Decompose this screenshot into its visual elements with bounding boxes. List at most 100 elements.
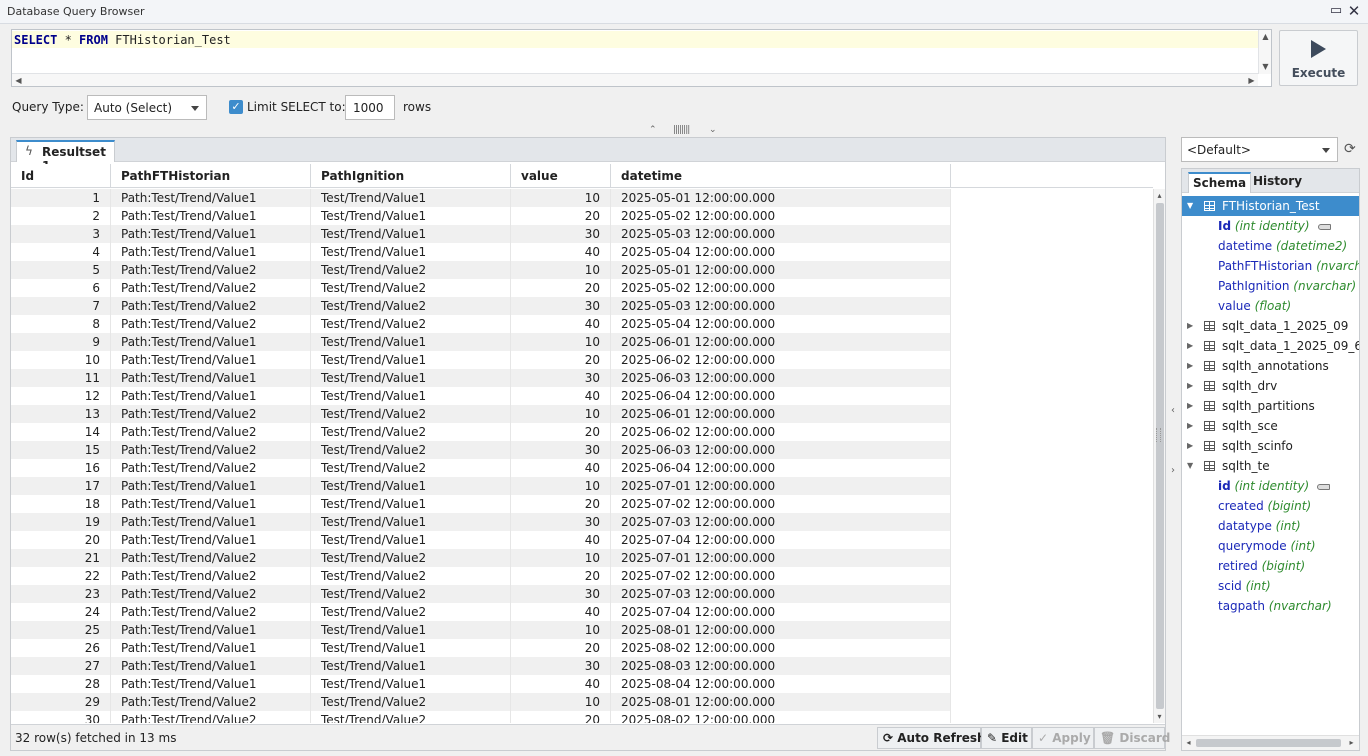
cell-pathfthistorian[interactable]: Path:Test/Trend/Value1 (111, 369, 311, 387)
cell-datetime[interactable]: 2025-05-01 12:00:00.000 (611, 189, 951, 207)
grid-vertical-scrollbar[interactable]: ▴ ▾ (1153, 189, 1165, 723)
cell-datetime[interactable]: 2025-06-03 12:00:00.000 (611, 369, 951, 387)
cell-value[interactable]: 20 (511, 567, 611, 585)
cell-id[interactable]: 22 (11, 567, 111, 585)
cell-id[interactable]: 2 (11, 207, 111, 225)
cell-id[interactable]: 25 (11, 621, 111, 639)
table-row[interactable]: 18 Path:Test/Trend/Value1 Test/Trend/Value… (11, 495, 951, 513)
cell-pathfthistorian[interactable]: Path:Test/Trend/Value1 (111, 657, 311, 675)
cell-id[interactable]: 12 (11, 387, 111, 405)
cell-pathfthistorian[interactable]: Path:Test/Trend/Value2 (111, 585, 311, 603)
cell-pathignition[interactable]: Test/Trend/Value2 (311, 693, 511, 711)
table-row[interactable]: 3 Path:Test/Trend/Value1 Test/Trend/Value1… (11, 225, 951, 243)
table-row[interactable]: 13 Path:Test/Trend/Value2 Test/Trend/Value… (11, 405, 951, 423)
cell-id[interactable]: 4 (11, 243, 111, 261)
table-row[interactable]: 7 Path:Test/Trend/Value2 Test/Trend/Value2… (11, 297, 951, 315)
apply-button[interactable]: ✓ Apply (1032, 727, 1094, 749)
cell-datetime[interactable]: 2025-05-03 12:00:00.000 (611, 225, 951, 243)
cell-value[interactable]: 40 (511, 603, 611, 621)
scroll-left-icon[interactable]: ◀ (12, 74, 25, 87)
tree-table-node[interactable]: ▼ sqlth_te (1182, 456, 1359, 476)
tab-history[interactable]: History (1249, 172, 1306, 193)
cell-pathignition[interactable]: Test/Trend/Value2 (311, 279, 511, 297)
scrollbar-thumb[interactable] (1196, 739, 1341, 747)
cell-pathignition[interactable]: Test/Trend/Value1 (311, 639, 511, 657)
cell-id[interactable]: 14 (11, 423, 111, 441)
cell-pathignition[interactable]: Test/Trend/Value2 (311, 315, 511, 333)
tree-column-node[interactable]: tagpath (nvarchar) (1218, 596, 1332, 616)
editor-horizontal-scrollbar[interactable]: ◀ ▶ (12, 73, 1258, 86)
cell-pathignition[interactable]: Test/Trend/Value1 (311, 225, 511, 243)
cell-id[interactable]: 17 (11, 477, 111, 495)
expand-right-icon[interactable]: › (1171, 465, 1175, 476)
table-row[interactable]: 22 Path:Test/Trend/Value2 Test/Trend/Value… (11, 567, 951, 585)
tree-table-node[interactable]: ▶ sqlth_sce (1182, 416, 1359, 436)
cell-value[interactable]: 20 (511, 351, 611, 369)
cell-id[interactable]: 18 (11, 495, 111, 513)
table-row[interactable]: 27 Path:Test/Trend/Value1 Test/Trend/Value… (11, 657, 951, 675)
cell-pathignition[interactable]: Test/Trend/Value2 (311, 549, 511, 567)
cell-pathignition[interactable]: Test/Trend/Value2 (311, 297, 511, 315)
cell-pathignition[interactable]: Test/Trend/Value2 (311, 441, 511, 459)
cell-datetime[interactable]: 2025-05-03 12:00:00.000 (611, 297, 951, 315)
table-row[interactable]: 28 Path:Test/Trend/Value1 Test/Trend/Value… (11, 675, 951, 693)
table-row[interactable]: 15 Path:Test/Trend/Value2 Test/Trend/Value… (11, 441, 951, 459)
tree-table-node[interactable]: ▶ sqlth_annotations (1182, 356, 1359, 376)
cell-datetime[interactable]: 2025-08-01 12:00:00.000 (611, 693, 951, 711)
table-row[interactable]: 17 Path:Test/Trend/Value1 Test/Trend/Value… (11, 477, 951, 495)
edit-button[interactable]: ✎ Edit (981, 727, 1032, 749)
table-row[interactable]: 12 Path:Test/Trend/Value1 Test/Trend/Value… (11, 387, 951, 405)
cell-id[interactable]: 28 (11, 675, 111, 693)
cell-pathignition[interactable]: Test/Trend/Value1 (311, 369, 511, 387)
cell-value[interactable]: 30 (511, 369, 611, 387)
cell-value[interactable]: 40 (511, 243, 611, 261)
tree-table-node[interactable]: ▶ sqlt_data_1_2025_09 (1182, 316, 1359, 336)
refresh-icon[interactable]: ⟳ (1344, 141, 1358, 157)
cell-datetime[interactable]: 2025-06-04 12:00:00.000 (611, 459, 951, 477)
table-row[interactable]: 23 Path:Test/Trend/Value2 Test/Trend/Value… (11, 585, 951, 603)
cell-pathignition[interactable]: Test/Trend/Value1 (311, 207, 511, 225)
datasource-select[interactable]: <Default> (1181, 137, 1338, 162)
cell-pathfthistorian[interactable]: Path:Test/Trend/Value1 (111, 333, 311, 351)
cell-pathfthistorian[interactable]: Path:Test/Trend/Value1 (111, 387, 311, 405)
tree-column-node[interactable]: PathIgnition (nvarchar) (1218, 276, 1356, 296)
cell-datetime[interactable]: 2025-06-01 12:00:00.000 (611, 333, 951, 351)
cell-datetime[interactable]: 2025-06-04 12:00:00.000 (611, 387, 951, 405)
cell-pathfthistorian[interactable]: Path:Test/Trend/Value2 (111, 459, 311, 477)
cell-pathignition[interactable]: Test/Trend/Value1 (311, 189, 511, 207)
cell-pathignition[interactable]: Test/Trend/Value1 (311, 477, 511, 495)
cell-datetime[interactable]: 2025-07-01 12:00:00.000 (611, 549, 951, 567)
cell-pathfthistorian[interactable]: Path:Test/Trend/Value1 (111, 225, 311, 243)
cell-value[interactable]: 40 (511, 675, 611, 693)
cell-datetime[interactable]: 2025-06-01 12:00:00.000 (611, 405, 951, 423)
cell-id[interactable]: 5 (11, 261, 111, 279)
table-row[interactable]: 26 Path:Test/Trend/Value1 Test/Trend/Value… (11, 639, 951, 657)
scroll-left-icon[interactable]: ◂ (1182, 736, 1195, 749)
table-row[interactable]: 8 Path:Test/Trend/Value2 Test/Trend/Value2… (11, 315, 951, 333)
cell-pathignition[interactable]: Test/Trend/Value2 (311, 459, 511, 477)
cell-id[interactable]: 9 (11, 333, 111, 351)
cell-id[interactable]: 1 (11, 189, 111, 207)
cell-value[interactable]: 10 (511, 261, 611, 279)
cell-pathfthistorian[interactable]: Path:Test/Trend/Value1 (111, 351, 311, 369)
panel-splitter[interactable]: ⌃ |||||||| ⌄ (645, 125, 725, 137)
tree-column-node[interactable]: id (int identity) (1218, 476, 1331, 496)
cell-datetime[interactable]: 2025-06-02 12:00:00.000 (611, 423, 951, 441)
cell-datetime[interactable]: 2025-08-01 12:00:00.000 (611, 621, 951, 639)
query-type-select[interactable]: Auto (Select) (87, 95, 207, 120)
cell-value[interactable]: 30 (511, 513, 611, 531)
cell-value[interactable]: 20 (511, 495, 611, 513)
cell-pathignition[interactable]: Test/Trend/Value2 (311, 585, 511, 603)
collapse-up-icon[interactable]: ⌃ (649, 125, 657, 135)
table-row[interactable]: 30 Path:Test/Trend/Value2 Test/Trend/Value… (11, 711, 951, 723)
collapsed-arrow-icon[interactable]: ▶ (1187, 436, 1193, 456)
cell-value[interactable]: 20 (511, 639, 611, 657)
cell-value[interactable]: 10 (511, 549, 611, 567)
tree-column-node[interactable]: datetime (datetime2) (1218, 236, 1347, 256)
cell-pathignition[interactable]: Test/Trend/Value1 (311, 531, 511, 549)
cell-pathignition[interactable]: Test/Trend/Value2 (311, 261, 511, 279)
cell-datetime[interactable]: 2025-08-02 12:00:00.000 (611, 711, 951, 723)
cell-datetime[interactable]: 2025-05-04 12:00:00.000 (611, 315, 951, 333)
collapsed-arrow-icon[interactable]: ▶ (1187, 376, 1193, 396)
scroll-up-icon[interactable]: ▴ (1153, 189, 1166, 202)
